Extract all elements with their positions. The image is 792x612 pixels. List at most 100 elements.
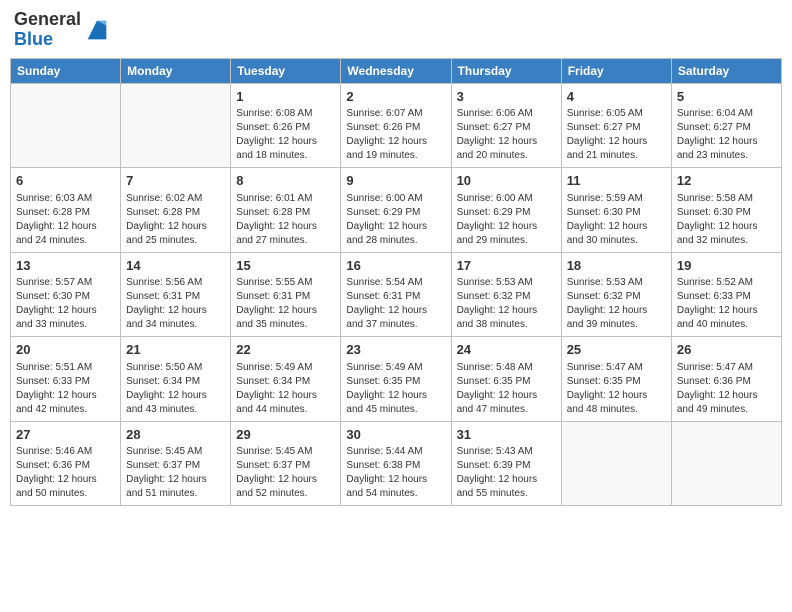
calendar-cell: 14Sunrise: 5:56 AMSunset: 6:31 PMDayligh… — [121, 252, 231, 337]
day-number: 31 — [457, 426, 556, 444]
day-number: 10 — [457, 172, 556, 190]
day-info: Sunrise: 5:48 AMSunset: 6:35 PMDaylight:… — [457, 361, 556, 417]
day-number: 23 — [346, 341, 445, 359]
col-header-wednesday: Wednesday — [341, 58, 451, 83]
col-header-thursday: Thursday — [451, 58, 561, 83]
day-number: 9 — [346, 172, 445, 190]
day-number: 18 — [567, 257, 666, 275]
day-info: Sunrise: 6:07 AMSunset: 6:26 PMDaylight:… — [346, 107, 445, 163]
logo: General Blue — [14, 10, 111, 50]
day-info: Sunrise: 5:51 AMSunset: 6:33 PMDaylight:… — [16, 361, 115, 417]
day-info: Sunrise: 5:47 AMSunset: 6:36 PMDaylight:… — [677, 361, 776, 417]
calendar-cell: 27Sunrise: 5:46 AMSunset: 6:36 PMDayligh… — [11, 421, 121, 506]
day-info: Sunrise: 5:57 AMSunset: 6:30 PMDaylight:… — [16, 276, 115, 332]
calendar-week-3: 20 Sunrise: 5:51 AMSunset: 6:33 PMDayligh… — [11, 337, 782, 422]
day-number: 15 — [236, 257, 335, 275]
day-info: Sunrise: 5:58 AMSunset: 6:30 PMDaylight:… — [677, 192, 776, 248]
day-info: Sunrise: 5:46 AMSunset: 6:36 PMDaylight:… — [16, 445, 115, 501]
calendar-cell: 31Sunrise: 5:43 AMSunset: 6:39 PMDayligh… — [451, 421, 561, 506]
calendar-cell: 3Sunrise: 6:06 AMSunset: 6:27 PMDaylight… — [451, 83, 561, 168]
calendar-cell: 23 Sunrise: 5:49 AMSunset: 6:35 PMDayligh… — [341, 337, 451, 422]
calendar-cell — [11, 83, 121, 168]
calendar-cell: 10 Sunrise: 6:00 AMSunset: 6:29 PMDayligh… — [451, 168, 561, 253]
calendar-cell: 9Sunrise: 6:00 AMSunset: 6:29 PMDaylight… — [341, 168, 451, 253]
calendar-week-4: 27Sunrise: 5:46 AMSunset: 6:36 PMDayligh… — [11, 421, 782, 506]
calendar-cell — [121, 83, 231, 168]
calendar-cell: 7 Sunrise: 6:02 AMSunset: 6:28 PMDaylight… — [121, 168, 231, 253]
calendar-cell: 6Sunrise: 6:03 AMSunset: 6:28 PMDaylight… — [11, 168, 121, 253]
calendar-cell: 8Sunrise: 6:01 AMSunset: 6:28 PMDaylight… — [231, 168, 341, 253]
day-info: Sunrise: 6:03 AMSunset: 6:28 PMDaylight:… — [16, 192, 115, 248]
day-info: Sunrise: 6:04 AMSunset: 6:27 PMDaylight:… — [677, 107, 776, 163]
day-info: Sunrise: 6:05 AMSunset: 6:27 PMDaylight:… — [567, 107, 666, 163]
day-info: Sunrise: 5:55 AMSunset: 6:31 PMDaylight:… — [236, 276, 335, 332]
col-header-saturday: Saturday — [671, 58, 781, 83]
day-info: Sunrise: 6:01 AMSunset: 6:28 PMDaylight:… — [236, 192, 335, 248]
calendar-cell: 4Sunrise: 6:05 AMSunset: 6:27 PMDaylight… — [561, 83, 671, 168]
day-number: 28 — [126, 426, 225, 444]
day-info: Sunrise: 5:53 AMSunset: 6:32 PMDaylight:… — [567, 276, 666, 332]
day-number: 13 — [16, 257, 115, 275]
day-number: 17 — [457, 257, 556, 275]
calendar-header-row: SundayMondayTuesdayWednesdayThursdayFrid… — [11, 58, 782, 83]
day-number: 19 — [677, 257, 776, 275]
day-number: 2 — [346, 88, 445, 106]
day-info: Sunrise: 6:00 AMSunset: 6:29 PMDaylight:… — [457, 192, 556, 248]
day-info: Sunrise: 6:08 AMSunset: 6:26 PMDaylight:… — [236, 107, 335, 163]
calendar-cell: 26Sunrise: 5:47 AMSunset: 6:36 PMDayligh… — [671, 337, 781, 422]
day-number: 11 — [567, 172, 666, 190]
day-number: 4 — [567, 88, 666, 106]
calendar-week-2: 13Sunrise: 5:57 AMSunset: 6:30 PMDayligh… — [11, 252, 782, 337]
day-info: Sunrise: 5:45 AMSunset: 6:37 PMDaylight:… — [236, 445, 335, 501]
day-info: Sunrise: 5:47 AMSunset: 6:35 PMDaylight:… — [567, 361, 666, 417]
calendar-cell: 25 Sunrise: 5:47 AMSunset: 6:35 PMDayligh… — [561, 337, 671, 422]
day-number: 24 — [457, 341, 556, 359]
day-info: Sunrise: 5:44 AMSunset: 6:38 PMDaylight:… — [346, 445, 445, 501]
day-number: 29 — [236, 426, 335, 444]
calendar-cell — [561, 421, 671, 506]
calendar-cell: 20 Sunrise: 5:51 AMSunset: 6:33 PMDayligh… — [11, 337, 121, 422]
day-number: 3 — [457, 88, 556, 106]
calendar-cell: 13Sunrise: 5:57 AMSunset: 6:30 PMDayligh… — [11, 252, 121, 337]
day-number: 12 — [677, 172, 776, 190]
page-header: General Blue — [10, 10, 782, 50]
day-number: 21 — [126, 341, 225, 359]
day-number: 5 — [677, 88, 776, 106]
calendar-cell: 28Sunrise: 5:45 AMSunset: 6:37 PMDayligh… — [121, 421, 231, 506]
calendar-cell: 22 Sunrise: 5:49 AMSunset: 6:34 PMDayligh… — [231, 337, 341, 422]
calendar-cell: 5Sunrise: 6:04 AMSunset: 6:27 PMDaylight… — [671, 83, 781, 168]
day-number: 20 — [16, 341, 115, 359]
calendar-cell: 30Sunrise: 5:44 AMSunset: 6:38 PMDayligh… — [341, 421, 451, 506]
day-info: Sunrise: 5:45 AMSunset: 6:37 PMDaylight:… — [126, 445, 225, 501]
calendar-cell — [671, 421, 781, 506]
calendar-cell: 17Sunrise: 5:53 AMSunset: 6:32 PMDayligh… — [451, 252, 561, 337]
calendar-cell: 21 Sunrise: 5:50 AMSunset: 6:34 PMDayligh… — [121, 337, 231, 422]
calendar-cell: 15Sunrise: 5:55 AMSunset: 6:31 PMDayligh… — [231, 252, 341, 337]
day-info: Sunrise: 5:52 AMSunset: 6:33 PMDaylight:… — [677, 276, 776, 332]
day-info: Sunrise: 5:50 AMSunset: 6:34 PMDaylight:… — [126, 361, 225, 417]
col-header-tuesday: Tuesday — [231, 58, 341, 83]
day-info: Sunrise: 5:49 AMSunset: 6:34 PMDaylight:… — [236, 361, 335, 417]
calendar-cell: 11Sunrise: 5:59 AMSunset: 6:30 PMDayligh… — [561, 168, 671, 253]
day-info: Sunrise: 5:43 AMSunset: 6:39 PMDaylight:… — [457, 445, 556, 501]
calendar-cell: 19Sunrise: 5:52 AMSunset: 6:33 PMDayligh… — [671, 252, 781, 337]
day-info: Sunrise: 5:53 AMSunset: 6:32 PMDaylight:… — [457, 276, 556, 332]
day-info: Sunrise: 5:49 AMSunset: 6:35 PMDaylight:… — [346, 361, 445, 417]
day-number: 7 — [126, 172, 225, 190]
calendar-cell: 29Sunrise: 5:45 AMSunset: 6:37 PMDayligh… — [231, 421, 341, 506]
col-header-friday: Friday — [561, 58, 671, 83]
day-info: Sunrise: 6:06 AMSunset: 6:27 PMDaylight:… — [457, 107, 556, 163]
calendar-cell: 24 Sunrise: 5:48 AMSunset: 6:35 PMDayligh… — [451, 337, 561, 422]
calendar-cell: 12 Sunrise: 5:58 AMSunset: 6:30 PMDayligh… — [671, 168, 781, 253]
logo-blue: Blue — [14, 29, 53, 49]
calendar-cell: 16Sunrise: 5:54 AMSunset: 6:31 PMDayligh… — [341, 252, 451, 337]
day-info: Sunrise: 6:02 AMSunset: 6:28 PMDaylight:… — [126, 192, 225, 248]
day-number: 25 — [567, 341, 666, 359]
logo-icon — [83, 16, 111, 44]
calendar-week-1: 6Sunrise: 6:03 AMSunset: 6:28 PMDaylight… — [11, 168, 782, 253]
day-number: 22 — [236, 341, 335, 359]
day-number: 30 — [346, 426, 445, 444]
calendar-week-0: 1Sunrise: 6:08 AMSunset: 6:26 PMDaylight… — [11, 83, 782, 168]
day-number: 27 — [16, 426, 115, 444]
col-header-monday: Monday — [121, 58, 231, 83]
